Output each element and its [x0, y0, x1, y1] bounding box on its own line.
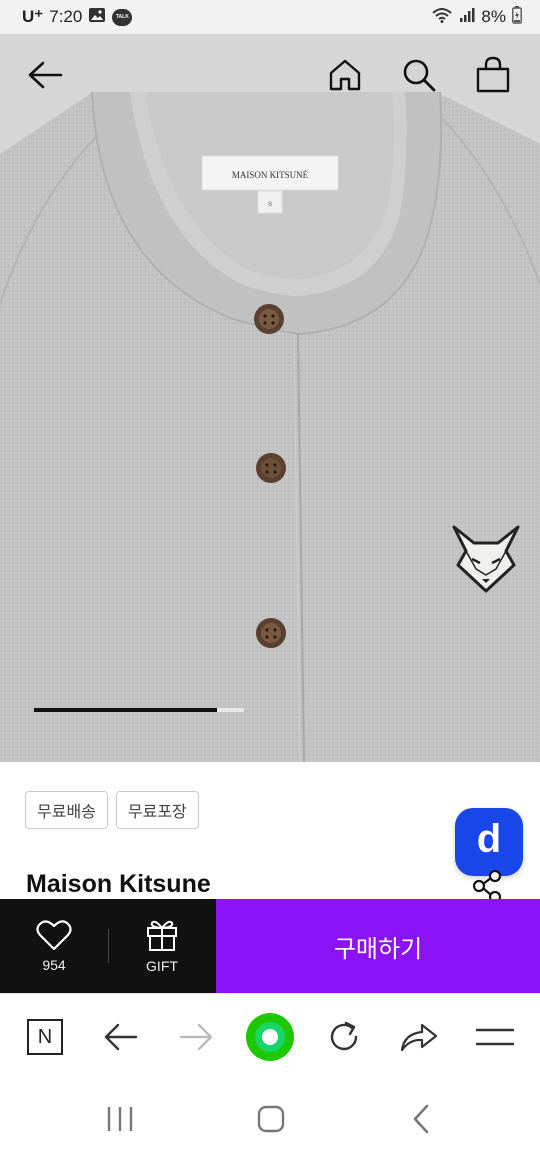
buy-button[interactable]: 구매하기	[216, 899, 540, 993]
system-back-icon	[413, 1104, 429, 1134]
browser-share-button[interactable]	[394, 1012, 444, 1062]
cardigan-illustration: MAISON KITSUNÉ S	[0, 34, 540, 762]
gift-button[interactable]: GIFT	[108, 899, 216, 993]
carrier-label: U⁺	[22, 7, 44, 26]
system-navigation-bar	[0, 1079, 540, 1158]
image-progress-indicator	[34, 708, 244, 712]
green-dot-icon	[246, 1013, 294, 1061]
green-dot-button[interactable]	[245, 1012, 295, 1062]
purchase-action-bar: 954 GIFT 구매하기	[0, 899, 540, 993]
product-image[interactable]: MAISON KITSUNÉ S	[0, 34, 540, 762]
action-divider	[108, 929, 109, 963]
back-icon	[104, 1023, 138, 1051]
cart-button[interactable]	[470, 52, 516, 98]
browser-back-button[interactable]	[96, 1012, 146, 1062]
home-icon	[329, 59, 361, 91]
share-icon	[472, 869, 502, 904]
shopping-bag-icon	[476, 56, 510, 93]
reload-button[interactable]	[319, 1012, 369, 1062]
back-button[interactable]	[22, 52, 68, 98]
wifi-icon	[431, 6, 453, 29]
action-bar-left: 954 GIFT	[0, 899, 216, 993]
naver-home-button[interactable]: N	[20, 1012, 70, 1062]
tag-free-shipping: 무료배송	[25, 791, 108, 829]
system-home-button[interactable]	[249, 1101, 293, 1137]
naver-n-icon: N	[27, 1019, 63, 1055]
benefit-tags: 무료배송 무료포장	[25, 791, 199, 829]
like-count: 954	[42, 957, 66, 973]
image-progress-fill	[34, 708, 217, 712]
share-button[interactable]	[470, 869, 504, 904]
d-icon: d	[476, 817, 502, 861]
back-arrow-icon	[28, 61, 63, 89]
gift-label: GIFT	[146, 958, 178, 974]
browser-forward-button[interactable]	[171, 1012, 221, 1062]
d-floating-button[interactable]: d	[455, 808, 523, 876]
battery-percent: 8%	[481, 7, 506, 26]
gallery-icon	[88, 7, 106, 28]
gift-icon	[147, 920, 177, 951]
share-arrow-icon	[400, 1023, 438, 1052]
talk-icon: TALK	[112, 8, 133, 26]
tag-free-wrapping: 무료포장	[115, 791, 199, 829]
product-brand[interactable]: Maison Kitsune	[26, 870, 211, 899]
talk-label: TALK	[115, 14, 129, 20]
reload-icon	[330, 1021, 358, 1051]
menu-icon	[476, 1028, 514, 1046]
system-home-icon	[257, 1105, 285, 1133]
cardigan-button	[256, 453, 286, 483]
signal-icon	[459, 7, 475, 28]
naver-n-label: N	[37, 1025, 53, 1048]
top-nav	[0, 34, 540, 114]
label-brand-text: MAISON KITSUNÉ	[232, 170, 309, 180]
label-size-text: S	[268, 202, 272, 208]
like-button[interactable]: 954	[0, 899, 108, 993]
recents-icon	[107, 1107, 133, 1131]
recents-button[interactable]	[98, 1101, 142, 1137]
cardigan-button	[256, 618, 286, 648]
cardigan-button	[254, 304, 284, 334]
heart-icon	[36, 920, 72, 951]
search-button[interactable]	[396, 52, 442, 98]
browser-toolbar: N	[0, 993, 540, 1079]
home-button[interactable]	[322, 52, 368, 98]
search-icon	[403, 59, 436, 92]
system-back-button[interactable]	[400, 1101, 444, 1137]
battery-icon	[512, 5, 522, 29]
forward-icon	[179, 1023, 213, 1051]
browser-menu-button[interactable]	[470, 1012, 520, 1062]
status-bar: U⁺ 7:20 TALK 8%	[0, 0, 540, 34]
time-label: 7:20	[49, 7, 83, 26]
